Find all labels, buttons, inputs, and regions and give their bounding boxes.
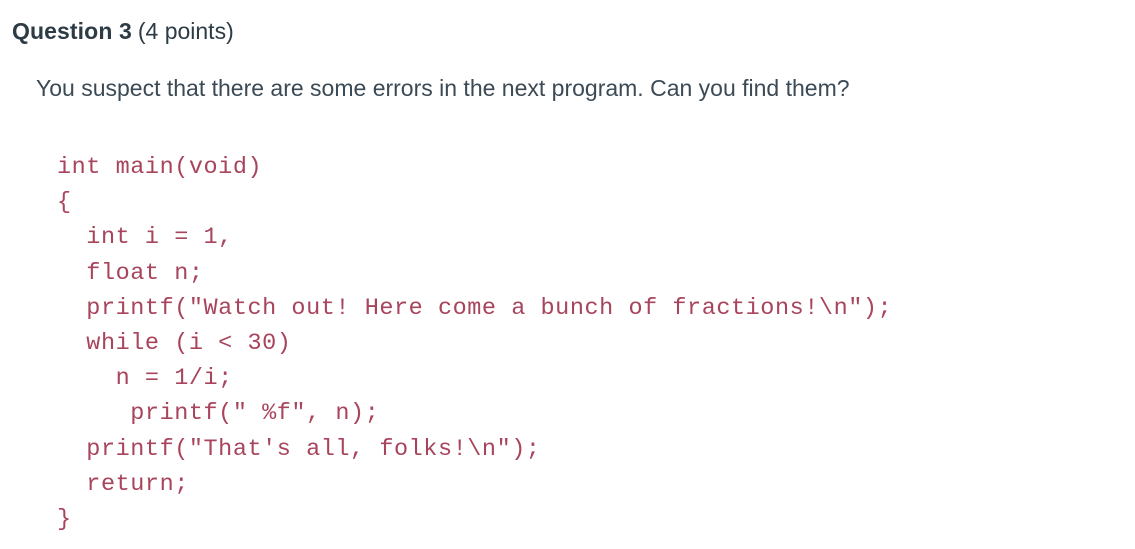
code-line: while (i < 30) (57, 330, 292, 358)
code-line: int i = 1, (57, 224, 233, 252)
code-line: } (57, 506, 72, 534)
question-header: Question 3 (4 points) (12, 16, 234, 46)
code-line: printf(" %f", n); (57, 400, 380, 428)
code-line: n = 1/i; (57, 365, 233, 393)
question-page: Question 3 (4 points) You suspect that th… (0, 0, 1135, 549)
question-points: (4 points) (137, 18, 234, 44)
code-line: return; (57, 470, 189, 498)
code-line: { (57, 189, 72, 217)
question-title: Question 3 (12, 18, 132, 44)
code-line: int main(void) (57, 154, 263, 181)
code-line: printf("Watch out! Here come a bunch of … (57, 294, 893, 322)
question-prompt-text: You suspect that there are some errors i… (36, 75, 850, 101)
code-block: int main(void) { int i = 1, float n; prin… (57, 150, 892, 537)
code-line: float n; (57, 259, 204, 287)
code-line: printf("That's all, folks!\n"); (57, 435, 541, 463)
